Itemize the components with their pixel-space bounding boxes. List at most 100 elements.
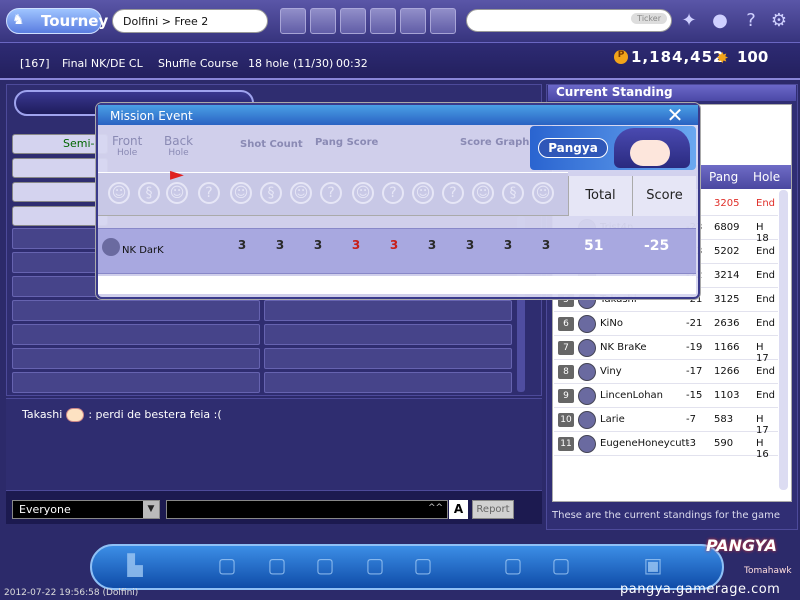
standing-row[interactable]: 11 EugeneHoneycutt -3 590 H 16 [554,432,778,460]
empty-slot[interactable] [12,300,260,321]
standing-row[interactable]: 8 Viny -17 1266 End [554,360,778,384]
course-name: Shuffle Course [158,57,239,70]
avatar [578,435,596,453]
hole-flag-icon: § [502,182,524,204]
player-hole: End [756,390,776,401]
hole-face-icon: ☺ [230,182,252,204]
total-header: Total [568,176,632,216]
avatar [578,363,596,381]
hole-score: 3 [237,238,247,252]
player-name: Semi- [63,137,95,150]
cookie-balance: 100 [737,48,769,66]
rank-badge: 9 [558,389,574,403]
player-row[interactable] [12,206,108,226]
standing-row[interactable]: 10 Larie -7 583 H 17 [554,408,778,436]
player-pang: 3205 [714,198,740,209]
player-hole: End [756,270,776,281]
exit-door-icon[interactable]: ▙ [122,552,148,578]
player-pang: 5202 [714,246,740,257]
empty-slot[interactable] [264,348,512,369]
avatar [578,339,596,357]
player-score: -7 [686,414,696,425]
player-pang: 6809 [714,222,740,233]
room-id: [167] [20,57,50,70]
chat-text: : perdi de bestera feia :( [88,408,222,421]
hole-score: 3 [275,238,285,252]
hole-flag-icon: § [260,182,282,204]
standing-scrollbar[interactable] [779,190,788,490]
dock-icon[interactable]: ▢ [214,552,240,578]
player-slot-icon[interactable] [400,8,426,34]
hole-score: 3 [465,238,475,252]
channel-value: Everyone [19,503,71,516]
avatar [578,315,596,333]
player-pang: 1166 [714,342,740,353]
sparkle-icon[interactable]: ✦ [678,10,700,32]
player-pang: 1103 [714,390,740,401]
player-pang: 3125 [714,294,740,305]
player-score: -3 [686,438,696,449]
breadcrumb: Dolfini > Free 2 [112,9,268,33]
empty-slot[interactable] [264,324,512,345]
dock-icon[interactable]: ▢ [264,552,290,578]
dock-icon[interactable]: ▢ [312,552,338,578]
dialog-footer [98,276,696,294]
pang-balance: 1,184,452 [631,48,725,66]
timestamp: 2012-07-22 19:56:58 (Dolfini) [4,588,139,598]
empty-slot[interactable] [264,372,512,393]
player-pang: 1266 [714,366,740,377]
player-slot-icon[interactable] [310,8,336,34]
empty-slot[interactable] [264,300,512,321]
dialog-title: Mission Event [98,105,698,125]
chat-channel-select[interactable]: Everyone ▼ [12,500,160,519]
tab-score-graph[interactable]: Score Graph [460,137,529,148]
standing-row[interactable]: 7 NK BraKe -19 1166 H 17 [554,336,778,364]
player-slot-icon[interactable] [430,8,456,34]
dock-icon[interactable]: ▢ [548,552,574,578]
dock-icon[interactable]: ▢ [362,552,388,578]
chat-input[interactable] [166,500,448,519]
player-hole: End [756,198,776,209]
player-slot-icon[interactable] [280,8,306,34]
chat-history-icon[interactable]: ^^ [428,503,443,513]
player-name: LincenLohan [600,390,663,401]
tab-pang-score[interactable]: Pang Score [315,137,378,148]
dock-icon[interactable]: ▢ [500,552,526,578]
tab-shot-count[interactable]: Shot Count [240,139,303,150]
chat-author: Takashi [22,408,63,421]
standing-row[interactable]: 6 KiNo -21 2636 End [554,312,778,336]
empty-slot[interactable] [12,348,260,369]
player-slot-icon[interactable] [340,8,366,34]
chevron-down-icon[interactable]: ▼ [143,501,159,518]
empty-slot[interactable] [12,324,260,345]
player-row[interactable] [12,182,108,202]
col-hole: Hole [753,170,781,184]
avatar [578,387,596,405]
back-hole-tab[interactable]: Back Hole [164,134,194,158]
close-icon[interactable]: ✕ [664,104,686,126]
standing-title: Current Standing [548,85,796,101]
chat-icon[interactable]: ● [709,10,731,32]
front-hole-tab[interactable]: Front Hole [112,135,142,158]
trophy-icon: ♞ [12,12,25,28]
player-slot-icon[interactable] [370,8,396,34]
player-row[interactable]: Semi- [12,134,108,154]
settings-card-icon[interactable]: ▣ [640,552,666,578]
font-size-button[interactable]: A [449,500,468,519]
ticker-label: Ticker [631,13,667,24]
gear-icon[interactable]: ⚙ [768,10,790,32]
player-hole: End [756,366,776,377]
player-score: -15 [686,390,703,401]
player-hole: H 16 [756,438,769,460]
empty-slot[interactable] [12,372,260,393]
pointer-icon: ► [170,164,184,185]
back-label: Back [164,134,194,148]
hole-face-icon: ☺ [412,182,434,204]
report-button[interactable]: Report [472,500,514,519]
help-icon[interactable]: ? [740,10,762,32]
hole-question-icon: ? [198,182,220,204]
standing-row[interactable]: 9 LincenLohan -15 1103 End [554,384,778,408]
ticker-input[interactable]: Ticker [466,9,672,32]
player-row[interactable] [12,158,108,178]
dock-icon[interactable]: ▢ [410,552,436,578]
